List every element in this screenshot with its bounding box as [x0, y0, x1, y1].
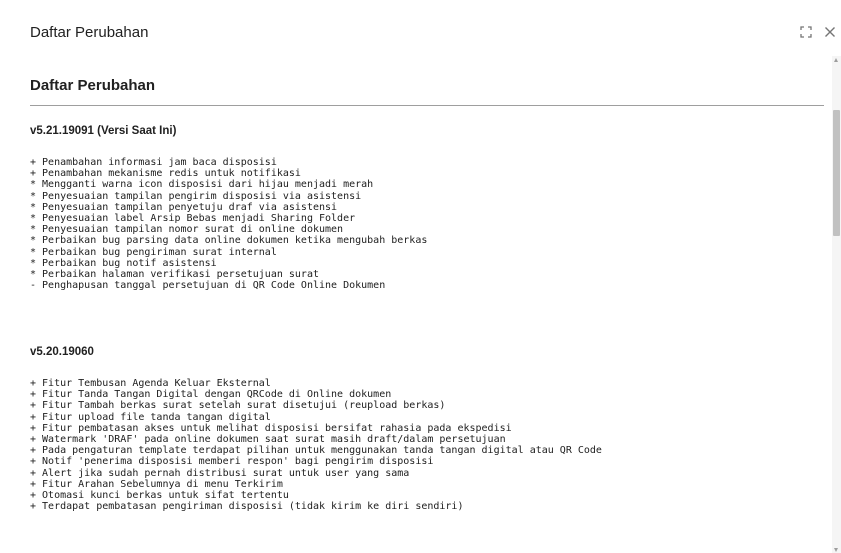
release-note: + Otomasi kunci berkas untuk sifat terte…	[30, 489, 289, 501]
changelog-content: Daftar Perubahan v5.21.19091 (Versi Saat…	[30, 62, 826, 553]
scroll-up-arrow-icon[interactable]	[834, 58, 838, 62]
content-title: Daftar Perubahan	[30, 77, 156, 94]
maximize-icon	[800, 26, 812, 38]
release-note: + Fitur Tanda Tangan Digital dengan QRCo…	[30, 389, 392, 401]
scrollbar-thumb[interactable]	[833, 110, 840, 236]
release-note: + Fitur Tembusan Agenda Keluar Eksternal	[30, 378, 271, 389]
release-note: + Watermark 'DRAF' pada online dokumen s…	[30, 433, 506, 445]
release-note: + Fitur Arahan Sebelumnya di menu Terkir…	[30, 478, 283, 490]
changelog-dialog: Daftar Perubahan Daftar Perubahan v5.21.…	[0, 0, 841, 553]
release-note: + Fitur pembatasan akses untuk melihat d…	[30, 422, 512, 434]
scroll-down-arrow-icon[interactable]	[834, 548, 838, 552]
release-note: + Penambahan informasi jam baca disposis…	[30, 157, 277, 168]
release-notes-list: + Penambahan informasi jam baca disposis…	[30, 157, 427, 291]
release-note: * Penyesuaian label Arsip Bebas menjadi …	[30, 212, 356, 224]
release-note: - Penghapusan tanggal persetujuan di QR …	[30, 280, 386, 292]
release-note: + Notif 'penerima disposisi memberi resp…	[30, 456, 434, 468]
vertical-scrollbar[interactable]	[832, 56, 841, 553]
dialog-title: Daftar Perubahan	[30, 24, 149, 41]
release-note: * Perbaikan bug notif asistensi	[30, 257, 217, 269]
release-note: * Penyesuaian tampilan pengirim disposis…	[30, 190, 362, 202]
close-icon	[825, 27, 835, 37]
close-button[interactable]	[819, 22, 841, 42]
release-note: * Penyesuaian tampilan nomor surat di on…	[30, 224, 344, 236]
release-note: * Penyesuaian tampilan penyetuju draf vi…	[30, 201, 338, 213]
release-note: + Pada pengaturan template terdapat pili…	[30, 445, 602, 457]
dialog-tools	[793, 22, 841, 42]
title-divider	[30, 105, 824, 106]
release-note: * Perbaikan bug pengiriman surat interna…	[30, 246, 277, 258]
release-notes-list: + Fitur Tembusan Agenda Keluar Eksternal…	[30, 378, 602, 512]
release-note: * Mengganti warna icon disposisi dari hi…	[30, 179, 374, 191]
release-note: * Perbaikan halaman verifikasi persetuju…	[30, 268, 319, 280]
release-note: + Fitur upload file tanda tangan digital	[30, 411, 271, 423]
release-note: + Alert jika sudah pernah distribusi sur…	[30, 467, 410, 479]
release-note: * Perbaikan bug parsing data online doku…	[30, 235, 428, 247]
dialog-header: Daftar Perubahan	[0, 0, 841, 62]
maximize-button[interactable]	[795, 22, 817, 42]
release-note: + Fitur Tambah berkas surat setelah sura…	[30, 400, 446, 412]
release-note: + Terdapat pembatasan pengiriman disposi…	[30, 501, 464, 513]
release-note: + Penambahan mekanisme redis untuk notif…	[30, 168, 301, 180]
version-heading: v5.21.19091 (Versi Saat Ini)	[30, 125, 177, 137]
version-heading: v5.20.19060	[30, 346, 94, 358]
